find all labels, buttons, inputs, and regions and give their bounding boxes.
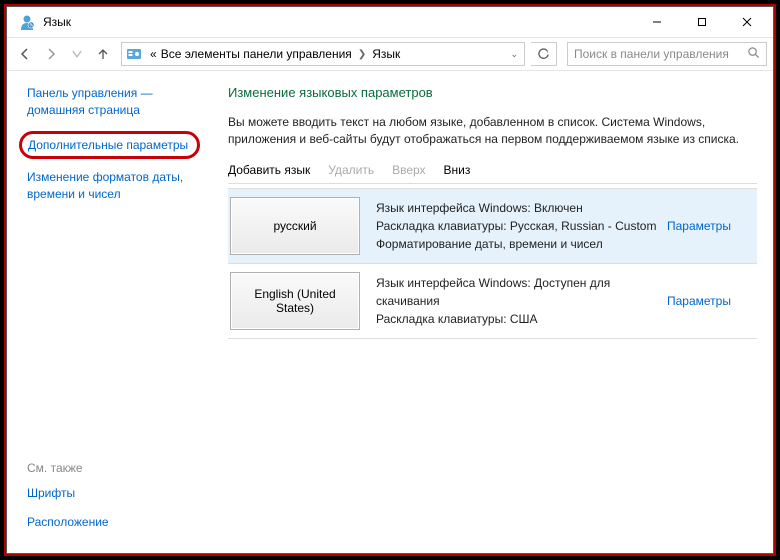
language-info-line: Раскладка клавиатуры: Русская, Russian -… [376,217,661,235]
titlebar: Язык [7,7,773,37]
language-info-line: Язык интерфейса Windows: Доступен для ск… [376,274,661,310]
add-language-button[interactable]: Добавить язык [228,163,310,177]
breadcrumb-dropdown-icon[interactable]: ⌄ [510,49,518,60]
sidebar-location-link[interactable]: Расположение [27,514,200,531]
breadcrumb-prefix: « [150,47,157,61]
recent-dropdown-icon[interactable] [65,42,89,66]
breadcrumb-item[interactable]: Все элементы панели управления [161,47,352,61]
sidebar-advanced-link[interactable]: Дополнительные параметры [28,137,191,154]
app-icon [19,14,35,30]
highlight-annotation: Дополнительные параметры [19,131,200,160]
sidebar-home-link[interactable]: Панель управления — домашняя страница [27,85,200,119]
search-input[interactable]: Поиск в панели управления [567,42,767,66]
language-options-cell: Параметры [667,264,757,338]
language-info-line: Раскладка клавиатуры: США [376,310,661,328]
search-icon [747,46,760,62]
search-placeholder: Поиск в панели управления [574,47,729,61]
address-bar: « Все элементы панели управления ❯ Язык … [7,37,773,71]
minimize-button[interactable] [634,7,679,37]
main-content: Изменение языковых параметров Вы можете … [212,71,773,553]
language-row[interactable]: русскийЯзык интерфейса Windows: ВключенР… [228,189,757,264]
command-row: Добавить язык Удалить Вверх Вниз [228,163,757,184]
language-options-cell: Параметры [667,189,757,263]
back-button[interactable] [13,42,37,66]
breadcrumb[interactable]: « Все элементы панели управления ❯ Язык … [121,42,525,66]
maximize-button[interactable] [679,7,724,37]
language-row[interactable]: English (United States) Язык интерфейса W… [228,264,757,339]
see-also-label: См. также [27,461,200,475]
forward-button[interactable] [39,42,63,66]
move-up-button[interactable]: Вверх [392,163,425,177]
language-info: Язык интерфейса Windows: Доступен для ск… [370,264,667,338]
breadcrumb-item[interactable]: Язык [372,47,400,61]
sidebar: Панель управления — домашняя страница До… [7,71,212,553]
language-tile[interactable]: русский [230,197,360,255]
refresh-button[interactable] [531,42,557,66]
sidebar-formats-link[interactable]: Изменение форматов даты, времени и чисел [27,169,200,203]
language-info-line: Язык интерфейса Windows: Включен [376,199,661,217]
chevron-right-icon: ❯ [358,49,366,60]
language-options-link[interactable]: Параметры [667,294,731,308]
remove-language-button[interactable]: Удалить [328,163,374,177]
language-list: русскийЯзык интерфейса Windows: ВключенР… [228,188,757,339]
language-info-line: Форматирование даты, времени и чисел [376,235,661,253]
move-down-button[interactable]: Вниз [444,163,471,177]
up-button[interactable] [91,42,115,66]
control-panel-icon [126,46,142,62]
page-heading: Изменение языковых параметров [228,85,757,100]
language-info: Язык интерфейса Windows: ВключенРаскладк… [370,189,667,263]
sidebar-fonts-link[interactable]: Шрифты [27,485,200,502]
window-title: Язык [43,15,634,29]
language-tile[interactable]: English (United States) [230,272,360,330]
page-description: Вы можете вводить текст на любом языке, … [228,114,757,149]
language-options-link[interactable]: Параметры [667,219,731,233]
close-button[interactable] [724,7,769,37]
language-control-panel-window: Язык « Все элементы панели управления ❯ … [6,6,774,554]
